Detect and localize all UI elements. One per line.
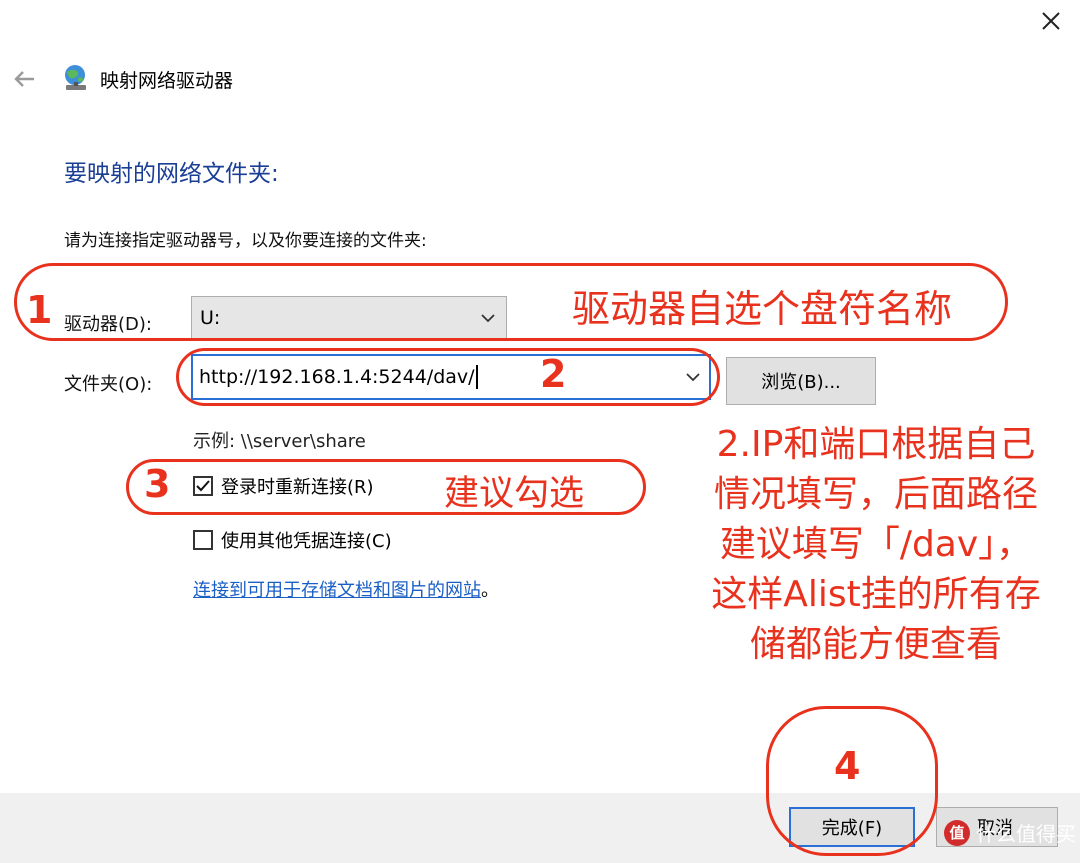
browse-label: 浏览(B)...: [761, 372, 841, 393]
page-heading: 要映射的网络文件夹:: [64, 161, 279, 187]
annotation-note-2-line: 2.IP和端口根据自己: [716, 424, 1036, 465]
example-text: 示例: \\server\share: [193, 431, 366, 452]
back-arrow-icon: [14, 71, 34, 87]
close-icon: [1042, 12, 1060, 30]
other-credentials-option[interactable]: 使用其他凭据连接(C): [193, 527, 392, 553]
watermark: 值 什么值得买: [944, 818, 1076, 847]
annotation-note-3: 建议勾选: [444, 474, 585, 514]
network-drive-icon: [60, 62, 92, 94]
annotation-note-2-line: 建议填写「/dav」，: [719, 524, 1033, 565]
annotation-note-2: 2.IP和端口根据自己 情况填写，后面路径 建议填写「/dav」， 这样Alis…: [676, 420, 1076, 670]
annotation-number-1: 1: [26, 288, 53, 332]
annotation-number-2: 2: [540, 352, 567, 396]
window-title: 映射网络驱动器: [100, 70, 234, 92]
annotation-note-2-line: 储都能方便查看: [749, 624, 1002, 665]
other-credentials-label: 使用其他凭据连接(C): [221, 531, 392, 552]
browse-button[interactable]: 浏览(B)...: [726, 357, 876, 405]
annotation-note-1: 驱动器自选个盘符名称: [572, 287, 953, 331]
link-suffix: 。: [481, 580, 499, 601]
website-link[interactable]: 连接到可用于存储文档和图片的网站: [193, 580, 481, 601]
other-credentials-checkbox[interactable]: [193, 530, 213, 550]
watermark-badge: 值: [944, 819, 970, 846]
annotation-number-3: 3: [144, 462, 171, 506]
annotation-note-2-line: 这样Alist挂的所有存: [711, 574, 1041, 615]
instruction-text: 请为连接指定驱动器号，以及你要连接的文件夹:: [64, 231, 427, 251]
annotation-number-4: 4: [834, 744, 861, 788]
close-button[interactable]: [1036, 6, 1066, 36]
website-link-row: 连接到可用于存储文档和图片的网站。: [193, 576, 499, 602]
annotation-note-2-line: 情况填写，后面路径: [713, 474, 1038, 515]
annotation-ring-2: [176, 348, 720, 406]
back-button[interactable]: [8, 62, 42, 96]
watermark-text: 什么值得买: [976, 822, 1076, 846]
folder-label: 文件夹(O):: [64, 374, 153, 395]
